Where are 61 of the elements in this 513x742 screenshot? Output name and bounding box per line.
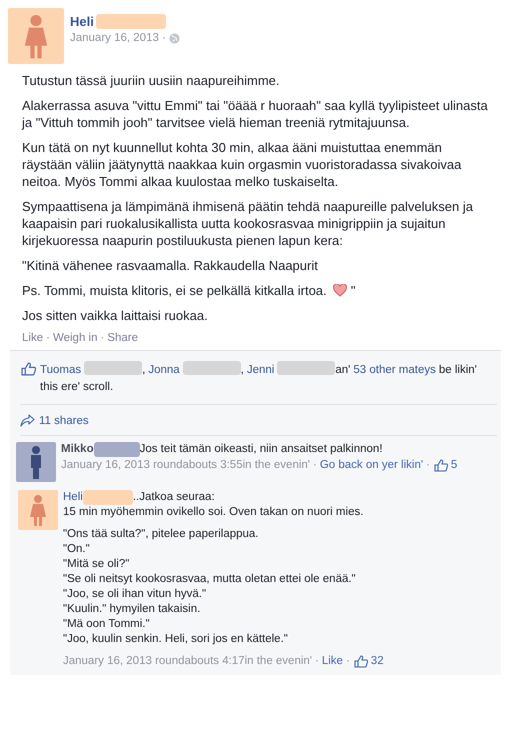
comment-line: "Joo, kuulin senkin. Heli, sori jos en kättele." bbox=[63, 632, 289, 647]
comment-timestamp: January 16, 2013 roundabouts 3:55in the evenin' bbox=[61, 458, 310, 473]
comment-line: "Ons tää sulta?", pitelee paperilappua. bbox=[63, 527, 260, 542]
comment-text: ..Jatkoa seuraa: bbox=[132, 490, 215, 505]
redaction-bar bbox=[94, 442, 140, 457]
comment-line: "Joo, se oli ihan vitun hyvä." bbox=[63, 587, 208, 602]
thumbs-up-icon[interactable] bbox=[434, 459, 448, 472]
liker-link[interactable]: Jonna bbox=[148, 362, 180, 379]
likes-text: , bbox=[240, 363, 244, 378]
post-paragraph: Sympaattisena ja lämpimänä ihmisenä päätin tehdä naapureille palveluksen ja kaapaisin pari ruokalusikallista uutta kookosrasvaa minigrippiin ja sujaitun kirjekuoressa naapurin postiluukusta pienen lapun kera: bbox=[22, 199, 473, 248]
separator-dot: · bbox=[100, 332, 104, 344]
comment-line: "Se oli neitsyt kookosrasvaa, mutta oletan ettei ole enää." bbox=[63, 572, 357, 587]
redaction-bar bbox=[182, 361, 241, 375]
like-count[interactable]: 32 bbox=[370, 654, 384, 669]
comment-line: 15 min myöhemmin ovikello soi. Oven takan on nuori mies. bbox=[63, 505, 364, 520]
post-paragraph: Kun tätä on nyt kuunnellut kohta 30 min, alkaa ääni muistuttaa enemmän räystään väliin jäätynyttä naakkaa kuin orgasmin vuoristoradassa sivakoivaa neitoa. Myös Tommi alkaa kuulostaa melko tuskaiselta. bbox=[22, 140, 462, 189]
share-arrow-icon bbox=[20, 414, 35, 427]
like-link[interactable]: Like bbox=[322, 654, 343, 669]
likes-text: this ere' scroll. bbox=[40, 380, 114, 395]
separator-dot: · bbox=[46, 332, 50, 344]
likes-text: an' bbox=[335, 363, 350, 378]
comment-timestamp: January 16, 2013 roundabouts 4:17in the evenin' bbox=[63, 654, 312, 669]
comment-line: "Kuulin." hymyilen takaisin. bbox=[63, 602, 202, 617]
action-link[interactable]: Like bbox=[22, 332, 44, 344]
shares-link[interactable]: 11 shares bbox=[39, 414, 89, 426]
redaction-bar bbox=[84, 361, 142, 375]
comment-text: Jos teit tämän oikeasti, niin ansaitset palkinnon! bbox=[140, 442, 383, 457]
comment-line: "Mä oon Tommi." bbox=[63, 617, 151, 632]
avatar-icon bbox=[8, 8, 64, 64]
comment-line: "Mitä se oli?" bbox=[63, 557, 130, 572]
post-paragraph: Jos sitten vaikka laittaisi ruokaa. bbox=[22, 308, 208, 323]
likes-text: , bbox=[142, 363, 146, 378]
redaction-bar bbox=[277, 361, 336, 375]
redaction-bar bbox=[96, 14, 166, 29]
post-paragraph: Alakerrassa asuva "vittu Emmi" tai "öäää r huoraah" saa kyllä tyylipisteet ulinasta ja "Vittuh tommih jooh" tarvitsee vielä hieman treeniä rytmitajuunsa. bbox=[22, 98, 488, 130]
liker-link[interactable]: 53 other mateys bbox=[353, 362, 436, 379]
redaction-bar bbox=[82, 490, 133, 505]
like-count[interactable]: 5 bbox=[450, 458, 458, 473]
thumbs-up-icon bbox=[21, 362, 36, 376]
avatar-icon bbox=[18, 490, 58, 530]
post-paragraph: Ps. Tommi, muista klitoris, ei se pelkällä kitkalla irtoa. bbox=[22, 283, 327, 298]
liker-link[interactable]: Jenni bbox=[246, 362, 274, 379]
like-link[interactable]: Go back on yer likin' bbox=[320, 458, 424, 473]
separator-dot: · bbox=[315, 654, 319, 669]
post-paragraph: "Kitinä vähenee rasvaamalla. Rakkaudella Naapurit bbox=[22, 258, 318, 273]
separator-dot: · bbox=[313, 458, 317, 473]
liker-link[interactable]: Tuomas bbox=[40, 362, 82, 379]
quote-mark: " bbox=[350, 283, 356, 298]
comment-line: "On." bbox=[63, 542, 91, 557]
globe-icon bbox=[168, 32, 180, 44]
separator-dot: · bbox=[426, 458, 430, 473]
action-link[interactable]: Share bbox=[107, 332, 138, 344]
separator-dot: · bbox=[346, 654, 350, 669]
post-paragraph: Tutustun tässä juuriin uusiin naapureihimme. bbox=[22, 73, 280, 88]
commenter-name[interactable]: Mikko bbox=[61, 442, 94, 457]
avatar-icon bbox=[16, 442, 56, 482]
thumbs-up-icon[interactable] bbox=[354, 655, 368, 668]
action-link[interactable]: Weigh in bbox=[52, 332, 98, 344]
likes-text: be likin' bbox=[438, 363, 477, 378]
commenter-name[interactable]: Heli bbox=[63, 490, 83, 505]
author-name[interactable]: Heli bbox=[70, 14, 94, 29]
